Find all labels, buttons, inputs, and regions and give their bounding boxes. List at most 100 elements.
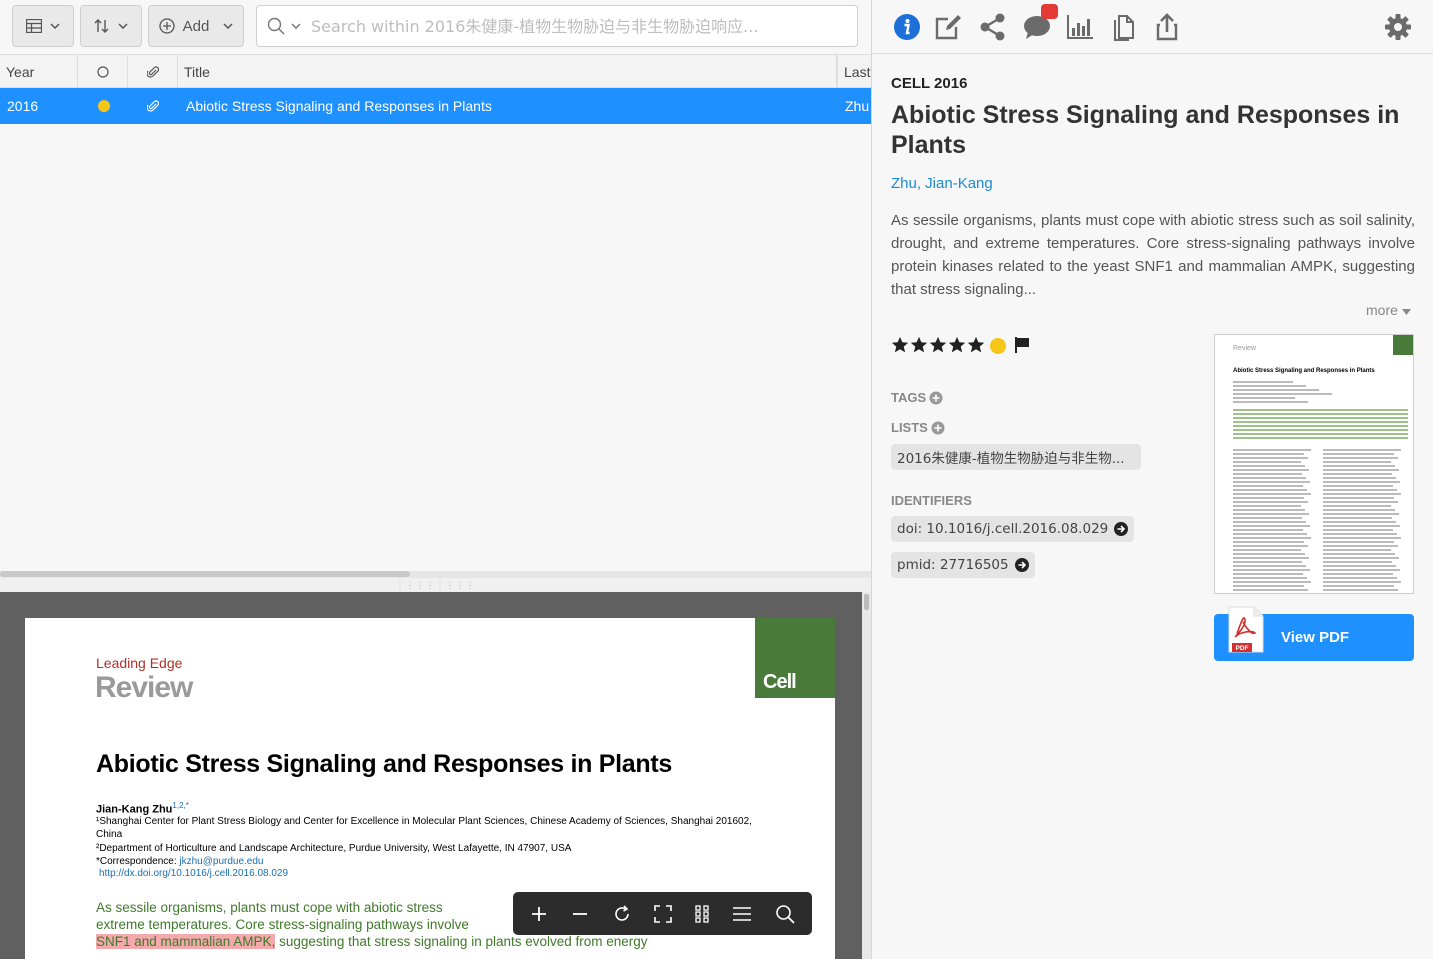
sort-button[interactable] xyxy=(80,5,142,47)
thumbnail-text-line xyxy=(1233,497,1304,499)
article-author[interactable]: Zhu, Jian-Kang xyxy=(891,175,993,192)
view-mode-button[interactable] xyxy=(12,5,74,47)
chevron-down-icon[interactable] xyxy=(291,23,301,29)
comments-tab[interactable] xyxy=(1022,4,1058,42)
more-link[interactable]: more xyxy=(1366,302,1411,318)
thumbnail-text-line xyxy=(1323,481,1400,483)
flag-icon[interactable] xyxy=(1014,336,1030,354)
thumbnail-text-line xyxy=(1233,457,1308,459)
pdf-affiliation-1: ¹Shanghai Center for Plant Stress Biolog… xyxy=(96,816,752,840)
scrollbar-thumb[interactable] xyxy=(864,594,869,610)
settings-button[interactable] xyxy=(1383,12,1413,42)
thumbnail-text-line xyxy=(1323,469,1399,471)
add-list-icon[interactable] xyxy=(931,421,945,435)
thumbnail-text-line xyxy=(1233,505,1301,507)
read-status-dot[interactable] xyxy=(990,338,1006,354)
zoom-in-icon[interactable] xyxy=(530,905,548,923)
thumbnail-text-line xyxy=(1233,541,1304,543)
edit-tab[interactable] xyxy=(934,12,964,42)
menu-icon[interactable] xyxy=(732,906,752,922)
pdf-correspondence: *Correspondence: jkzhu@purdue.edu xyxy=(96,855,776,868)
scrollbar-thumb[interactable] xyxy=(0,571,410,577)
thumbnail-text-line xyxy=(1233,545,1308,547)
search-icon[interactable] xyxy=(267,17,285,35)
thumbnail-text-line xyxy=(1323,477,1396,479)
list-pill[interactable]: 2016朱健康-植物生物胁迫与非生物... xyxy=(891,444,1141,470)
thumbnail-text-line xyxy=(1323,553,1395,555)
star-icon[interactable] xyxy=(948,336,966,354)
pdf-vertical-scrollbar[interactable] xyxy=(862,592,871,959)
star-rating[interactable] xyxy=(891,336,985,354)
column-header-year-label: Year xyxy=(6,63,35,80)
thumbnail-text-line xyxy=(1323,557,1399,559)
add-button[interactable]: Add xyxy=(148,5,244,47)
search-input[interactable] xyxy=(311,11,857,41)
thumbnail-text-line xyxy=(1323,561,1392,563)
thumbnail-text-line xyxy=(1233,493,1311,495)
star-icon[interactable] xyxy=(929,336,947,354)
column-header-last-label: Last xyxy=(844,63,871,80)
fullscreen-icon[interactable] xyxy=(654,904,673,923)
thumbnail-text-line xyxy=(1233,517,1302,519)
thumbnail-text-line xyxy=(1323,489,1397,491)
column-header-title[interactable]: Title xyxy=(178,55,837,88)
thumbnail-text-line xyxy=(1323,565,1396,567)
column-header-title-label: Title xyxy=(184,63,210,80)
pdf-thumbnail[interactable]: Review Abiotic Stress Signaling and Resp… xyxy=(1214,334,1414,594)
pane-splitter[interactable]: ⋮⋮⋮⋮⋮⋮⋮⋮ xyxy=(0,578,871,592)
add-button-label: Add xyxy=(182,17,210,35)
files-tab[interactable] xyxy=(1109,12,1139,42)
rotate-icon[interactable] xyxy=(612,904,632,924)
read-status-dot[interactable] xyxy=(98,88,110,124)
column-header-last[interactable]: Last xyxy=(837,55,871,88)
thumbnail-text-line xyxy=(1323,549,1391,551)
paperclip-icon[interactable] xyxy=(147,88,159,124)
share-tab[interactable] xyxy=(978,12,1008,42)
star-icon[interactable] xyxy=(967,336,985,354)
thumbnail-journal-logo xyxy=(1393,335,1413,355)
thumbnail-text-line xyxy=(1233,573,1303,575)
column-header-year[interactable]: Year xyxy=(0,55,78,88)
stats-tab[interactable] xyxy=(1065,12,1095,42)
info-tab[interactable] xyxy=(892,12,922,42)
thumbnail-text-line xyxy=(1323,581,1401,583)
list-header: Year Title Last xyxy=(0,54,871,88)
table-view-icon xyxy=(26,19,42,33)
pdf-doi-link[interactable]: http://dx.doi.org/10.1016/j.cell.2016.08… xyxy=(99,868,288,879)
export-tab[interactable] xyxy=(1152,12,1182,42)
add-icon xyxy=(158,18,175,34)
toolbar: Add xyxy=(0,0,871,54)
column-header-attachment[interactable] xyxy=(128,55,178,88)
thumbnail-text-line xyxy=(1233,585,1304,587)
thumbnail-text-line xyxy=(1233,453,1304,455)
pdf-correspondence-email[interactable]: jkzhu@purdue.edu xyxy=(179,856,263,867)
tags-label: TAGS xyxy=(891,390,927,405)
thumbnail-text-line xyxy=(1323,493,1401,495)
star-icon[interactable] xyxy=(891,336,909,354)
detail-toolbar xyxy=(872,0,1433,54)
thumbnail-text-line xyxy=(1323,577,1397,579)
star-icon[interactable] xyxy=(910,336,928,354)
pdf-correspondence-label: *Correspondence: xyxy=(96,856,180,867)
thumbnail-text-line xyxy=(1323,501,1398,503)
grid-icon[interactable] xyxy=(695,904,709,923)
zoom-out-icon[interactable] xyxy=(571,905,589,923)
thumbnail-text-line xyxy=(1233,481,1310,483)
view-pdf-button[interactable]: PDF View PDF xyxy=(1214,606,1414,661)
pmid-pill[interactable]: pmid: 27716505 xyxy=(891,552,1035,578)
arrow-right-circle-icon xyxy=(1114,522,1129,536)
add-tag-icon[interactable] xyxy=(929,391,943,405)
thumbnail-text-line xyxy=(1233,549,1301,551)
thumbnail-text-line xyxy=(1323,589,1398,591)
column-header-read-status[interactable] xyxy=(78,55,128,88)
doi-pill[interactable]: doi: 10.1016/j.cell.2016.08.029 xyxy=(891,516,1135,542)
paperclip-icon xyxy=(146,65,159,78)
pdf-section-label: Review xyxy=(95,671,193,704)
pdf-highlight[interactable]: SNF1 and mammalian AMPK, xyxy=(96,934,276,949)
table-row[interactable]: 2016 Abiotic Stress Signaling and Respon… xyxy=(0,88,871,124)
thumbnail-text-line xyxy=(1323,533,1397,535)
thumbnail-text-line xyxy=(1233,433,1408,435)
thumbnail-text-line xyxy=(1323,573,1393,575)
search-icon[interactable] xyxy=(775,904,795,924)
stats-icon xyxy=(1067,15,1093,39)
